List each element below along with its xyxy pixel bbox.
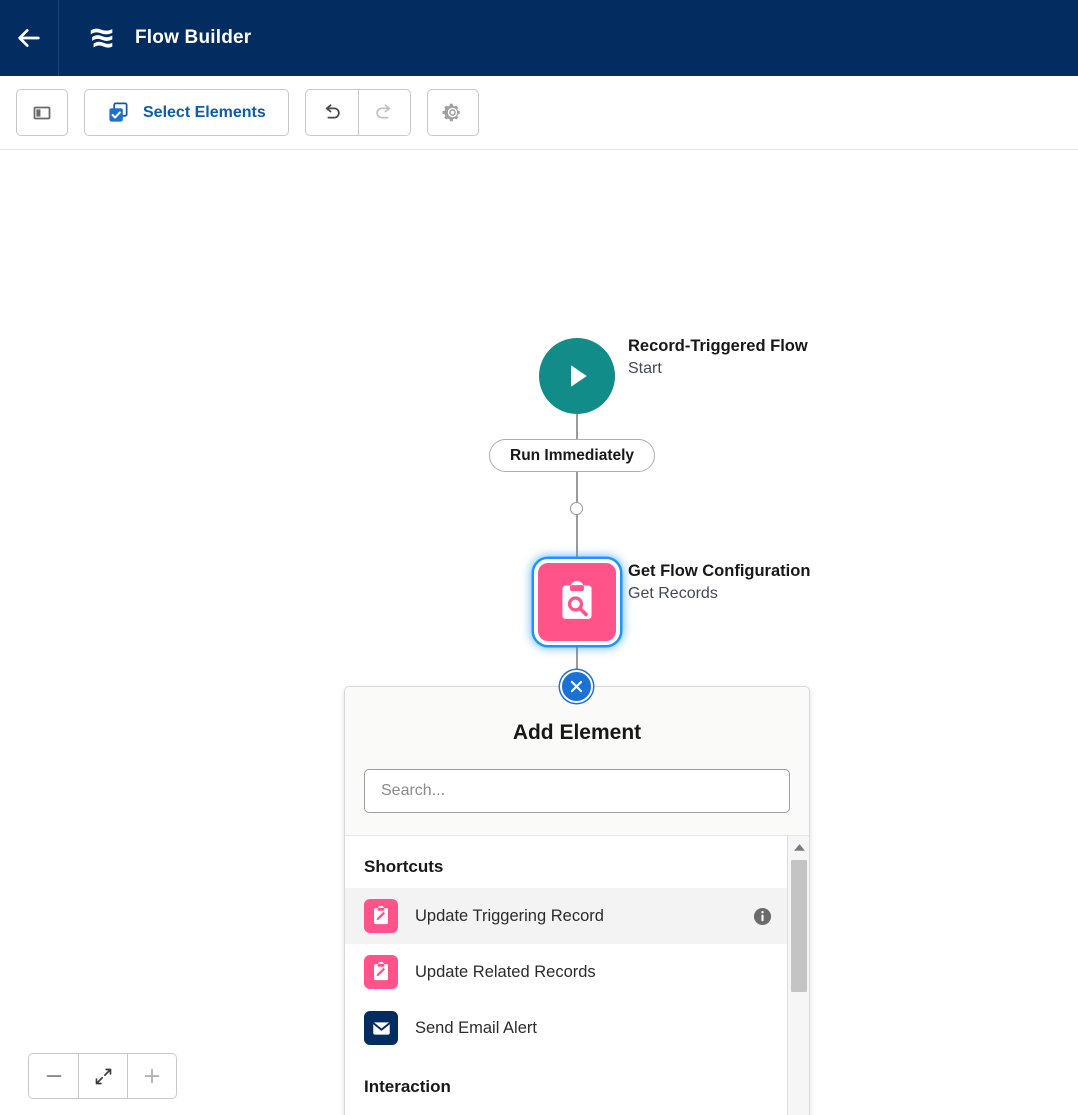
connector-node-dot[interactable] bbox=[570, 502, 583, 515]
app-header: Flow Builder bbox=[0, 0, 1078, 76]
add-element-list-body: Shortcuts Update Triggering Record Updat… bbox=[345, 836, 809, 1115]
add-element-title: Add Element bbox=[512, 721, 642, 744]
redo-button[interactable] bbox=[357, 90, 410, 135]
plus-icon bbox=[144, 1068, 160, 1084]
list-item-update-related-records[interactable]: Update Related Records bbox=[345, 944, 787, 1000]
zoom-in-button[interactable] bbox=[127, 1054, 176, 1098]
back-button[interactable] bbox=[0, 0, 59, 76]
group-heading-interaction: Interaction bbox=[364, 1077, 451, 1096]
minus-icon bbox=[46, 1075, 61, 1078]
search-input[interactable] bbox=[364, 769, 790, 813]
back-arrow-icon bbox=[18, 29, 40, 47]
info-icon[interactable] bbox=[753, 907, 772, 926]
list-item-send-email-alert[interactable]: Send Email Alert bbox=[345, 1000, 787, 1056]
close-icon bbox=[570, 680, 583, 693]
run-immediately-pill[interactable]: Run Immediately bbox=[489, 439, 656, 472]
start-node-label: Record-Triggered Flow Start bbox=[628, 336, 808, 380]
search-wrapper bbox=[345, 745, 809, 835]
flow-canvas[interactable]: Record-Triggered Flow Start Run Immediat… bbox=[0, 150, 1078, 1115]
gear-icon bbox=[442, 103, 461, 122]
clipboard-edit-icon bbox=[364, 955, 398, 989]
start-node-title: Record-Triggered Flow bbox=[628, 337, 808, 355]
undo-icon bbox=[325, 103, 340, 118]
redo-icon bbox=[376, 103, 391, 118]
element-list: Shortcuts Update Triggering Record Updat… bbox=[345, 836, 787, 1115]
envelope-icon bbox=[364, 1011, 398, 1045]
fit-to-view-button[interactable] bbox=[78, 1054, 127, 1098]
get-records-node-title: Get Flow Configuration bbox=[628, 562, 811, 580]
close-add-element-button[interactable] bbox=[560, 670, 593, 703]
play-icon bbox=[571, 365, 587, 387]
flow-builder-logo-icon bbox=[90, 28, 113, 48]
connector-start-to-pill bbox=[576, 414, 578, 441]
zoom-controls bbox=[28, 1053, 177, 1099]
start-node-subtitle: Start bbox=[628, 359, 662, 377]
undo-redo-group bbox=[304, 89, 411, 136]
get-records-node-subtitle: Get Records bbox=[628, 584, 718, 602]
zoom-out-button[interactable] bbox=[29, 1054, 78, 1098]
toolbar: Select Elements bbox=[0, 76, 1078, 150]
header-brand: Flow Builder bbox=[59, 23, 251, 53]
group-heading-shortcuts: Shortcuts bbox=[364, 857, 444, 876]
clipboard-search-icon bbox=[562, 580, 592, 619]
run-immediately-label: Run Immediately bbox=[510, 446, 635, 464]
fit-to-view-icon bbox=[95, 1068, 111, 1084]
toggle-left-panel-button[interactable] bbox=[16, 89, 68, 136]
settings-button[interactable] bbox=[426, 89, 479, 136]
add-element-panel: Add Element Shortcuts bbox=[344, 686, 810, 1115]
list-item-label: Send Email Alert bbox=[415, 1018, 537, 1037]
get-records-node[interactable] bbox=[534, 559, 620, 645]
scroll-up-button[interactable] bbox=[788, 836, 809, 858]
add-element-panel-header: Add Element bbox=[345, 687, 809, 836]
select-elements-icon bbox=[109, 102, 128, 122]
flow-builder-app: Flow Builder Select Elements Record-Trig… bbox=[0, 0, 1078, 1115]
list-item-label: Update Triggering Record bbox=[415, 906, 604, 925]
connector-pill-to-getrecords bbox=[576, 472, 578, 561]
list-item-label: Update Related Records bbox=[415, 962, 596, 981]
panel-scrollbar[interactable] bbox=[787, 836, 809, 1115]
scrollbar-thumb[interactable] bbox=[791, 860, 807, 992]
list-item-action[interactable]: Action bbox=[345, 1108, 787, 1115]
select-elements-button[interactable]: Select Elements bbox=[84, 89, 289, 136]
start-node[interactable] bbox=[539, 338, 615, 414]
select-elements-label: Select Elements bbox=[143, 103, 266, 121]
scroll-up-arrow-icon bbox=[793, 843, 805, 851]
undo-button[interactable] bbox=[306, 90, 358, 135]
left-panel-toggle-icon bbox=[33, 106, 51, 119]
get-records-node-label: Get Flow Configuration Get Records bbox=[628, 561, 810, 605]
page-title: Flow Builder bbox=[135, 27, 252, 48]
list-item-update-triggering-record[interactable]: Update Triggering Record bbox=[345, 888, 787, 944]
clipboard-edit-icon bbox=[364, 899, 398, 933]
